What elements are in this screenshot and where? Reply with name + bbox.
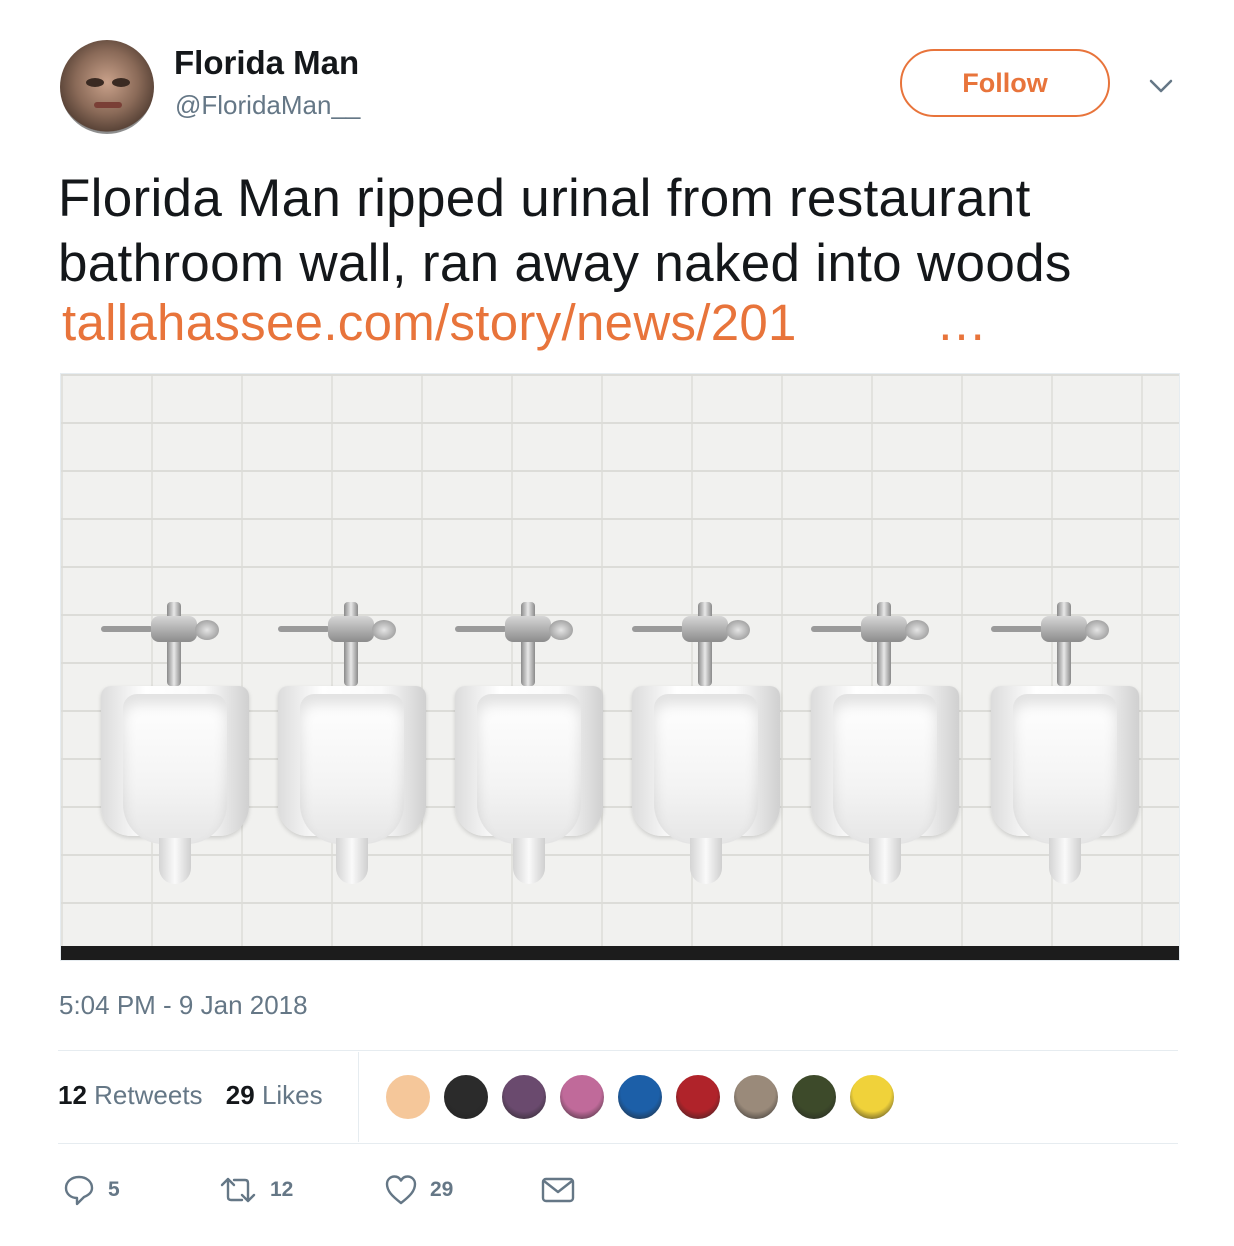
- tweet-link[interactable]: tallahassee.com/story/news/201: [62, 293, 797, 352]
- retweet-icon: [220, 1177, 256, 1203]
- direct-message-button[interactable]: [540, 1170, 576, 1210]
- divider: [58, 1143, 1178, 1144]
- chevron-down-icon[interactable]: [1148, 76, 1174, 96]
- author-handle[interactable]: @FloridaMan__: [175, 90, 360, 121]
- liker-avatar[interactable]: [500, 1073, 548, 1121]
- liker-avatar[interactable]: [558, 1073, 606, 1121]
- likes-stat[interactable]: 29 Likes: [226, 1080, 323, 1110]
- avatar-eye-right: [112, 78, 130, 87]
- retweets-count: 12: [58, 1080, 87, 1110]
- liker-avatar[interactable]: [384, 1073, 432, 1121]
- reply-icon: [64, 1175, 94, 1206]
- retweets-stat[interactable]: 12 Retweets: [58, 1080, 203, 1110]
- liker-avatar[interactable]: [442, 1073, 490, 1121]
- author-avatar[interactable]: [60, 40, 154, 134]
- follow-button[interactable]: Follow: [900, 49, 1110, 117]
- urinal-illustration: [632, 602, 780, 884]
- avatar-eye-left: [86, 78, 104, 87]
- like-button[interactable]: 29: [384, 1170, 453, 1210]
- liker-avatar[interactable]: [790, 1073, 838, 1121]
- divider: [58, 1050, 1178, 1051]
- envelope-icon: [541, 1177, 575, 1203]
- urinal-illustration: [278, 602, 426, 884]
- avatar-mouth: [94, 102, 122, 108]
- reply-count: 5: [108, 1178, 120, 1201]
- author-display-name[interactable]: Florida Man: [174, 44, 359, 82]
- retweets-label: Retweets: [94, 1080, 203, 1110]
- reply-button[interactable]: 5: [62, 1170, 120, 1210]
- tweet-text: Florida Man ripped urinal from restauran…: [58, 169, 1072, 293]
- stats-separator: [358, 1052, 359, 1142]
- tweet-timestamp[interactable]: 5:04 PM - 9 Jan 2018: [59, 990, 308, 1021]
- liker-avatar[interactable]: [848, 1073, 896, 1121]
- tweet-link-ellipsis[interactable]: …: [936, 293, 991, 352]
- liker-avatar[interactable]: [674, 1073, 722, 1121]
- liker-avatar[interactable]: [616, 1073, 664, 1121]
- liker-avatar[interactable]: [732, 1073, 780, 1121]
- retweet-count: 12: [270, 1178, 294, 1201]
- urinal-illustration: [101, 602, 249, 884]
- tweet-photo[interactable]: [60, 373, 1180, 961]
- likes-label: Likes: [261, 1080, 323, 1110]
- likes-count: 29: [225, 1080, 255, 1110]
- heart-icon: [385, 1175, 417, 1205]
- urinal-illustration: [991, 602, 1139, 884]
- urinal-illustration: [811, 602, 959, 884]
- retweet-button[interactable]: 12: [218, 1170, 293, 1210]
- urinal-illustration: [455, 602, 603, 884]
- photo-floor: [61, 946, 1179, 960]
- like-count: 29: [430, 1178, 454, 1201]
- tweet-stats: 12 Retweets 29 Likes: [58, 1080, 323, 1111]
